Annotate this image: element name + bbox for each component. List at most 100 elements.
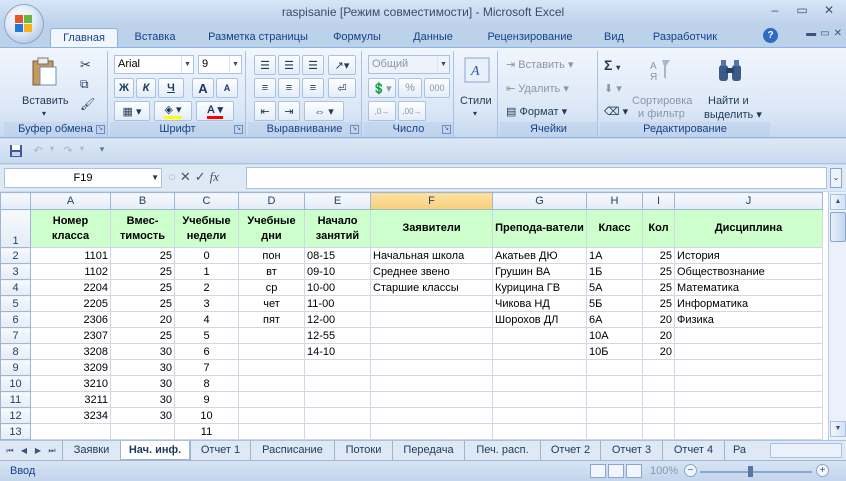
grow-font-button[interactable]: A — [192, 78, 214, 98]
header-cell[interactable]: Дисциплина — [674, 209, 823, 248]
cell[interactable] — [238, 407, 305, 424]
font-size-combo[interactable]: 9 ▼ — [198, 55, 242, 74]
row-header[interactable]: 2 — [0, 247, 31, 264]
row-header[interactable]: 12 — [0, 407, 31, 424]
cell[interactable]: 3 — [174, 295, 239, 312]
cell[interactable] — [492, 359, 587, 376]
cell[interactable] — [370, 391, 493, 408]
fill-color-button[interactable]: ◈ ▾ — [154, 101, 192, 121]
tab-formulas[interactable]: Формулы — [326, 28, 388, 48]
cell[interactable]: 25 — [642, 295, 675, 312]
cell[interactable]: 30 — [110, 407, 175, 424]
cell[interactable] — [238, 343, 305, 360]
next-sheet-icon[interactable]: ▶ — [32, 444, 44, 458]
cell[interactable]: 12-55 — [304, 327, 371, 344]
font-launcher-icon[interactable]: ↘ — [234, 125, 243, 134]
cell[interactable] — [370, 423, 493, 440]
cell[interactable]: чет — [238, 295, 305, 312]
sheet-tab[interactable]: Печ. расп. — [464, 441, 540, 460]
thousands-button[interactable]: 000 — [424, 78, 450, 98]
cell[interactable] — [492, 327, 587, 344]
cell[interactable]: 2306 — [30, 311, 111, 328]
header-cell[interactable]: Номер класса — [30, 209, 111, 248]
cell[interactable]: 1А — [586, 247, 643, 264]
zoom-slider[interactable] — [700, 471, 812, 473]
maximize-button[interactable]: ▭ — [789, 2, 815, 20]
number-format-combo[interactable]: Общий ▼ — [368, 55, 450, 74]
cell[interactable]: Грушин ВА — [492, 263, 587, 280]
header-cell[interactable]: Класс — [586, 209, 643, 248]
cell[interactable] — [586, 407, 643, 424]
cell[interactable] — [586, 423, 643, 440]
cell[interactable] — [238, 375, 305, 392]
column-header[interactable]: A — [30, 192, 111, 210]
cell[interactable]: 11-00 — [304, 295, 371, 312]
cell[interactable]: 3208 — [30, 343, 111, 360]
cell[interactable]: 25 — [110, 247, 175, 264]
alignment-launcher-icon[interactable]: ↘ — [350, 125, 359, 134]
row-header[interactable]: 13 — [0, 423, 31, 440]
cell[interactable]: 09-10 — [304, 263, 371, 280]
cell[interactable]: 4 — [174, 311, 239, 328]
cell[interactable]: Старшие классы — [370, 279, 493, 296]
sheet-tab[interactable]: Отчет 4 — [662, 441, 724, 460]
format-painter-icon[interactable]: 🖌 — [80, 97, 95, 111]
cell[interactable] — [492, 423, 587, 440]
cell[interactable]: 9 — [174, 391, 239, 408]
sheet-tab[interactable]: Ра — [724, 441, 754, 460]
insert-cells-button[interactable]: ⇥ Вставить ▾ — [506, 58, 574, 71]
worksheet-grid[interactable]: A B C D E F G H I J 1 Номер класса Вмес-… — [0, 192, 828, 440]
cell[interactable]: 30 — [110, 375, 175, 392]
cell[interactable]: 25 — [642, 263, 675, 280]
cell[interactable]: 8 — [174, 375, 239, 392]
cell[interactable]: 14-10 — [304, 343, 371, 360]
header-cell[interactable]: Кол — [642, 209, 675, 248]
font-name-combo[interactable]: Arial ▼ — [114, 55, 194, 74]
find-select-icon[interactable] — [716, 57, 744, 85]
cell[interactable]: 1102 — [30, 263, 111, 280]
cell[interactable] — [238, 359, 305, 376]
column-header[interactable]: I — [642, 192, 675, 210]
cell[interactable]: 1101 — [30, 247, 111, 264]
zoom-out-icon[interactable]: − — [684, 464, 697, 477]
cell[interactable] — [370, 295, 493, 312]
cell[interactable]: Математика — [674, 279, 823, 296]
scroll-up-icon[interactable]: ▲ — [830, 194, 846, 210]
cell[interactable] — [370, 311, 493, 328]
row-header[interactable]: 4 — [0, 279, 31, 296]
cell[interactable]: История — [674, 247, 823, 264]
save-icon[interactable] — [8, 144, 24, 160]
cell[interactable] — [304, 359, 371, 376]
underline-button[interactable]: Ч — [158, 78, 184, 98]
tab-review[interactable]: Рецензирование — [474, 28, 586, 48]
cancel-entry-icon[interactable]: ✕ — [180, 169, 191, 185]
percent-button[interactable]: % — [398, 78, 422, 98]
column-header[interactable]: H — [586, 192, 643, 210]
cell[interactable] — [238, 327, 305, 344]
clear-button[interactable]: ⌫ ▾ — [604, 105, 628, 118]
formula-input[interactable] — [246, 167, 827, 189]
cell[interactable] — [304, 391, 371, 408]
name-box-dropdown-icon[interactable]: ▼ — [151, 169, 159, 187]
column-header[interactable]: B — [110, 192, 175, 210]
tab-home[interactable]: Главная — [50, 28, 118, 48]
italic-button[interactable]: К — [136, 78, 156, 98]
cell[interactable] — [674, 375, 823, 392]
cell[interactable]: 30 — [110, 343, 175, 360]
undo-dropdown-icon[interactable]: ▾ — [44, 144, 60, 160]
office-button[interactable] — [4, 4, 44, 44]
tab-page-layout[interactable]: Разметка страницы — [196, 28, 320, 48]
wrap-text-button[interactable]: ⏎ — [328, 78, 356, 98]
cell[interactable] — [642, 391, 675, 408]
cell[interactable]: 25 — [110, 295, 175, 312]
cell[interactable] — [674, 327, 823, 344]
help-icon[interactable]: ? — [763, 28, 778, 43]
cell[interactable]: Физика — [674, 311, 823, 328]
tab-insert[interactable]: Вставка — [124, 28, 186, 48]
cell[interactable] — [370, 327, 493, 344]
cell[interactable] — [370, 359, 493, 376]
column-header[interactable]: C — [174, 192, 239, 210]
customize-qat-icon[interactable]: ▾ — [94, 144, 110, 160]
cell[interactable]: 5 — [174, 327, 239, 344]
workbook-restore-icon[interactable]: ▭ — [820, 28, 829, 39]
